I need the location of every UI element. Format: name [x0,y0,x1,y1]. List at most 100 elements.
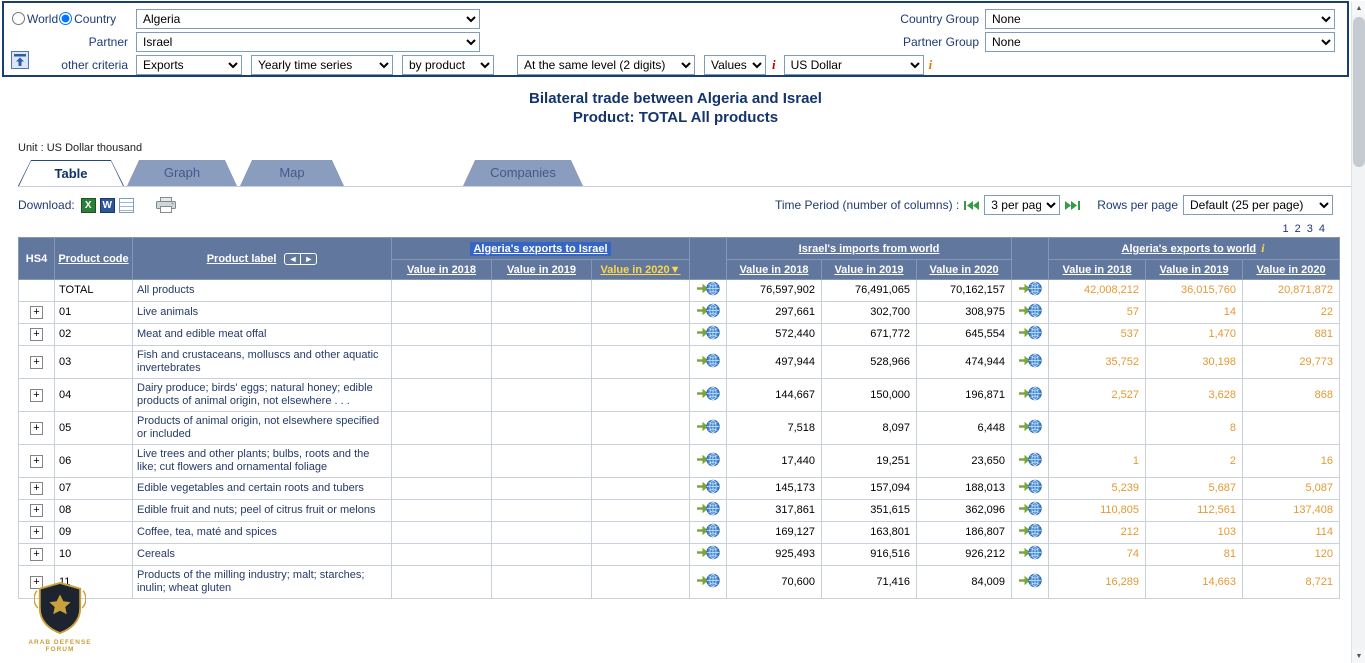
values-select[interactable]: Values [704,55,766,75]
year-column-header[interactable]: Value in 2019 [822,260,917,280]
trade-globe-icon[interactable] [1019,325,1042,340]
expand-button[interactable]: + [30,422,43,435]
world-radio-option[interactable]: World [12,12,58,26]
globe-link-cell[interactable] [1012,566,1049,599]
download-excel-icon[interactable]: X [81,198,96,213]
tab-map[interactable]: Map [240,160,344,186]
globe-link-cell[interactable] [690,302,727,324]
pager-right-icon[interactable]: ► [300,254,313,264]
scroll-up-button[interactable]: ▲ [1352,1,1365,15]
globe-link-cell[interactable] [1012,280,1049,302]
trade-globe-icon[interactable] [697,523,720,538]
trade-globe-icon[interactable] [697,419,720,434]
expand-button[interactable]: + [30,455,43,468]
col-header-product-code[interactable]: Product code [55,238,133,280]
partner-group-select[interactable]: None [985,32,1335,52]
sorted-year-column-header[interactable]: Value in 2020▼ [592,260,690,280]
globe-link-cell[interactable] [1012,346,1049,379]
globe-link-cell[interactable] [1012,478,1049,500]
trade-globe-icon[interactable] [1019,501,1042,516]
year-column-header[interactable]: Value in 2018 [1049,260,1146,280]
trade-globe-icon[interactable] [697,386,720,401]
page-link[interactable]: 3 [1307,223,1313,235]
globe-link-cell[interactable] [1012,445,1049,478]
trade-globe-icon[interactable] [697,452,720,467]
expand-button[interactable]: + [30,328,43,341]
group3-info-icon[interactable]: i [1259,241,1266,255]
expand-button[interactable]: + [30,306,43,319]
country-radio[interactable] [59,12,72,25]
expand-button[interactable]: + [30,504,43,517]
time-period-select[interactable]: 3 per page [984,195,1060,215]
globe-link-cell[interactable] [1012,544,1049,566]
tab-graph[interactable]: Graph [127,160,237,186]
trade-globe-icon[interactable] [697,479,720,494]
globe-link-cell[interactable] [1012,500,1049,522]
year-column-header[interactable]: Value in 2019 [1146,260,1243,280]
trade-globe-icon[interactable] [1019,419,1042,434]
col-header-product-label[interactable]: Product label ◄► [133,238,392,280]
page-link[interactable]: 4 [1319,223,1325,235]
year-column-header[interactable]: Value in 2019 [492,260,592,280]
trade-globe-icon[interactable] [697,353,720,368]
download-text-icon[interactable] [119,198,134,213]
globe-link-cell[interactable] [690,500,727,522]
expand-button[interactable]: + [30,548,43,561]
globe-link-cell[interactable] [690,544,727,566]
next-period-icon[interactable] [1065,200,1080,211]
trade-globe-icon[interactable] [697,325,720,340]
page-link[interactable]: 1 [1283,223,1289,235]
page-link[interactable]: 2 [1295,223,1301,235]
country-select[interactable]: Algeria [136,9,480,29]
values-info-icon[interactable]: i [770,57,778,73]
expand-button[interactable]: + [30,526,43,539]
group1-title[interactable]: Algeria's exports to Israel [470,242,610,256]
trade-globe-icon[interactable] [697,573,720,588]
tab-table[interactable]: Table [18,160,124,186]
column-pager-icon[interactable]: ◄► [284,253,317,265]
currency-info-icon[interactable]: i [927,57,935,73]
group3-title[interactable]: Algeria's exports to world [1122,243,1257,255]
trade-globe-icon[interactable] [1019,353,1042,368]
globe-link-cell[interactable] [690,566,727,599]
trade-globe-icon[interactable] [1019,479,1042,494]
download-word-icon[interactable]: W [100,198,115,213]
partner-select[interactable]: Israel [136,32,480,52]
trade-globe-icon[interactable] [697,501,720,516]
trade-globe-icon[interactable] [1019,281,1042,296]
year-column-header[interactable]: Value in 2020 [1243,260,1340,280]
group-header-israel-imports-world[interactable]: Israel's imports from world [727,238,1012,260]
globe-link-cell[interactable] [690,379,727,412]
globe-link-cell[interactable] [690,445,727,478]
expand-button[interactable]: + [30,356,43,369]
print-icon[interactable] [156,197,176,213]
trade-globe-icon[interactable] [697,281,720,296]
country-radio-option[interactable]: Country [59,12,116,26]
tab-companies[interactable]: Companies [463,160,583,186]
scrollbar-thumb[interactable] [1353,17,1365,167]
trade-globe-icon[interactable] [1019,386,1042,401]
globe-link-cell[interactable] [1012,324,1049,346]
scroll-down-button[interactable]: ▼ [1352,649,1365,663]
currency-select[interactable]: US Dollar [784,55,924,75]
globe-link-cell[interactable] [690,346,727,379]
year-column-header[interactable]: Value in 2018 [727,260,822,280]
country-group-select[interactable]: None [985,9,1335,29]
trade-globe-icon[interactable] [1019,573,1042,588]
group-header-algeria-exports-israel[interactable]: Algeria's exports to Israel [392,238,690,260]
pager-left-icon[interactable]: ◄ [288,254,297,264]
group-header-algeria-exports-world[interactable]: Algeria's exports to world i [1049,238,1340,260]
aggregation-level-select[interactable]: At the same level (2 digits) [517,55,695,75]
expand-button[interactable]: + [30,389,43,402]
globe-link-cell[interactable] [1012,302,1049,324]
trade-globe-icon[interactable] [1019,523,1042,538]
world-radio[interactable] [12,12,25,25]
product-label-text[interactable]: Product label [207,253,277,265]
globe-link-cell[interactable] [690,324,727,346]
globe-link-cell[interactable] [1012,412,1049,445]
collapse-panel-icon[interactable] [11,51,29,69]
year-column-header[interactable]: Value in 2018 [392,260,492,280]
globe-link-cell[interactable] [690,412,727,445]
globe-link-cell[interactable] [690,522,727,544]
trade-flow-select[interactable]: Exports [136,55,242,75]
